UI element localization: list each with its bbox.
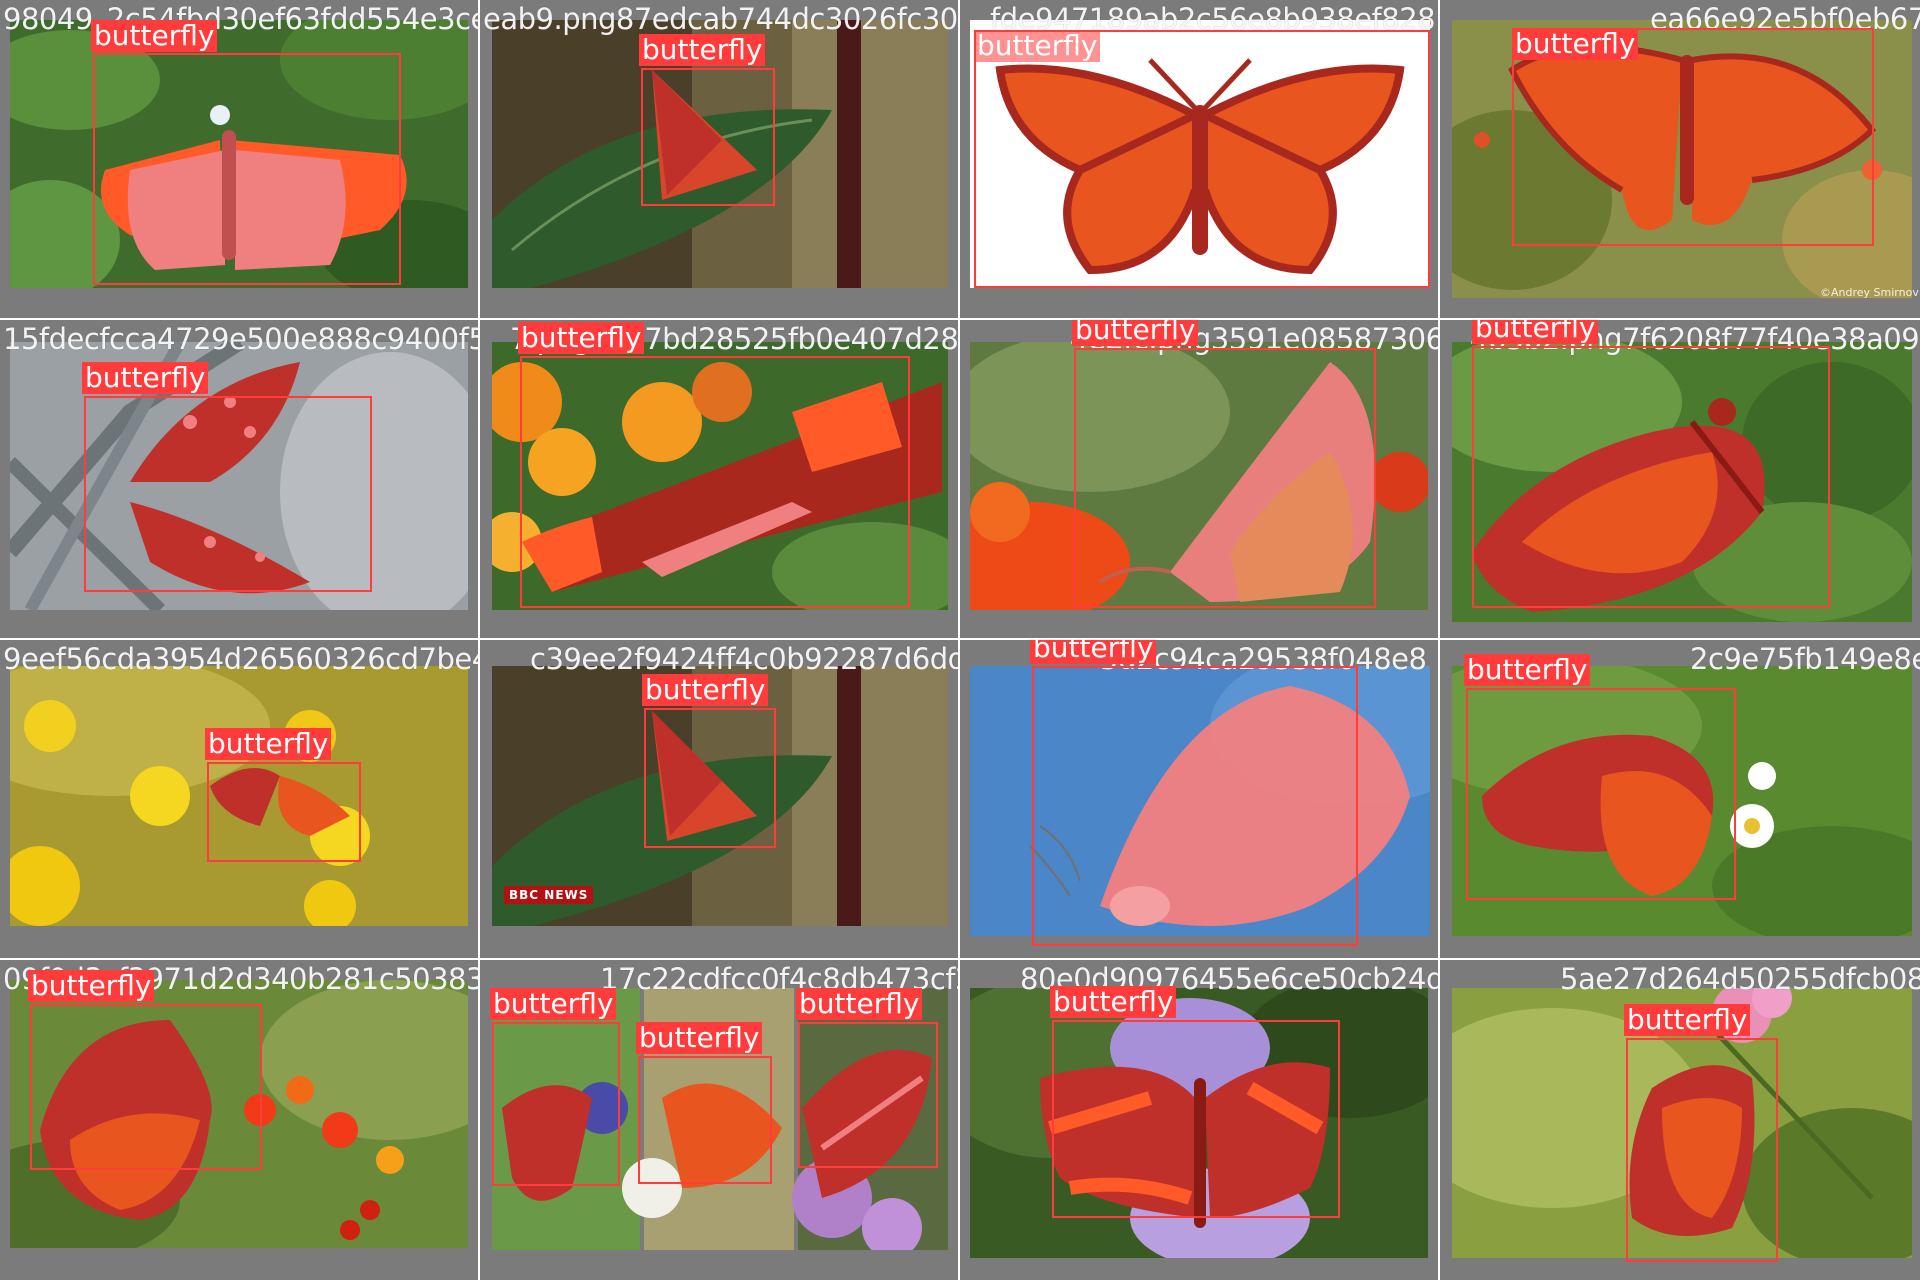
- detection-label: butterfly: [1472, 320, 1599, 344]
- mosaic-cell-6: 7.png4687bd28525fb0e407d281c9 butterfly: [480, 320, 958, 638]
- news-badge: BBC NEWS: [504, 886, 594, 904]
- mosaic-cell-13: 09f0d3cf3971d2d340b281c503838d9a4 butter…: [0, 960, 478, 1280]
- mosaic-cell-11: 5d2c94ca29538f048e8 butterfly: [960, 640, 1438, 958]
- detection-label: butterfly: [1512, 28, 1639, 60]
- bounding-box: [1512, 28, 1874, 246]
- detection-label: butterfly: [1030, 640, 1157, 664]
- detection-label: butterfly: [518, 322, 645, 354]
- bounding-box: [974, 30, 1430, 288]
- mosaic-cell-14: 17c22cdfcc0f4c8db473cf24 butterfly butte…: [480, 960, 958, 1280]
- detection-label: butterfly: [205, 728, 332, 760]
- detection-label: butterfly: [490, 988, 617, 1020]
- detection-label: butterfly: [642, 674, 769, 706]
- mosaic-cell-5: 15fdecfcca4729e500e888c9400f53 butterfly: [0, 320, 478, 638]
- bounding-box: [520, 356, 910, 608]
- bounding-box: [30, 1004, 262, 1170]
- filename-label: 2c9e75fb149e8e1c8f70: [1690, 642, 1920, 676]
- bounding-box: [1032, 666, 1358, 946]
- mosaic-cell-15: 80e0d90976455e6ce50cb24d2 butterfly: [960, 960, 1438, 1280]
- filename-label: 5ae27d264d50255dfcb08f9ea70: [1560, 962, 1920, 996]
- mosaic-cell-16: 5ae27d264d50255dfcb08f9ea70 butterfly: [1440, 960, 1920, 1280]
- mosaic-grid: 98049_2c54fbd30ef63fdd554e3cea5b0.png bu…: [0, 0, 1920, 1280]
- mosaic-cell-12: 2c9e75fb149e8e1c8f70 butterfly: [1440, 640, 1920, 958]
- filename-label: eab9.png87edcab744dc3026fc3088f7f1064: [483, 2, 958, 36]
- detection-label: butterfly: [974, 30, 1101, 62]
- mosaic-cell-2: eab9.png87edcab744dc3026fc3088f7f1064 bu…: [480, 0, 958, 318]
- detection-label: butterfly: [1464, 654, 1591, 686]
- bounding-box: [1472, 346, 1830, 608]
- bounding-box: [1466, 688, 1736, 900]
- bounding-box: [798, 1022, 938, 1168]
- detection-label: butterfly: [1072, 320, 1199, 346]
- detection-label: butterfly: [91, 20, 218, 52]
- bounding-box: [641, 68, 775, 206]
- bounding-box: [207, 762, 361, 862]
- filename-label: 98049_2c54fbd30ef63fdd554e3cea5b0.png: [3, 2, 478, 36]
- mosaic-cell-10: c39ee2f9424ff4c0b92287d6dd.png BBC NEWS …: [480, 640, 958, 958]
- watermark: ©Andrey Smirnov: [1820, 286, 1919, 299]
- bounding-box: [84, 396, 372, 592]
- bounding-box: [644, 708, 776, 848]
- mosaic-cell-9: 9eef56cda3954d26560326cd7be423304.png bu…: [0, 640, 478, 958]
- mosaic-cell-1: 98049_2c54fbd30ef63fdd554e3cea5b0.png bu…: [0, 0, 478, 318]
- detection-label: butterfly: [639, 34, 766, 66]
- mosaic-cell-3: fde947189ab2c56e8b938ef82813a4377ea66e92…: [960, 0, 1438, 318]
- bounding-box: [492, 1022, 620, 1186]
- mosaic-cell-8: 4b5b2.png7f6208f77f40e38a090 butterfly: [1440, 320, 1920, 638]
- filename-label: 9eef56cda3954d26560326cd7be423304.png: [3, 642, 478, 676]
- detection-label: butterfly: [1624, 1004, 1751, 1036]
- mosaic-cell-4: ea66e92e5bf0eb67 ©Andrey Smirnov butterf…: [1440, 0, 1920, 318]
- bounding-box: [638, 1056, 772, 1184]
- detection-label: butterfly: [636, 1022, 763, 1054]
- detection-label: butterfly: [82, 362, 209, 394]
- mosaic-cell-7: 4e2fc.png3591e0858730650 butterfly: [960, 320, 1438, 638]
- bounding-box: [93, 53, 401, 285]
- detection-label: butterfly: [1050, 986, 1177, 1018]
- bounding-box: [1074, 348, 1376, 608]
- bounding-box: [1052, 1020, 1340, 1218]
- bounding-box: [1626, 1038, 1778, 1262]
- filename-label: c39ee2f9424ff4c0b92287d6dd.png: [530, 642, 958, 676]
- detection-label: butterfly: [28, 970, 155, 1002]
- filename-label: 15fdecfcca4729e500e888c9400f53: [3, 322, 478, 356]
- detection-label: butterfly: [796, 988, 923, 1020]
